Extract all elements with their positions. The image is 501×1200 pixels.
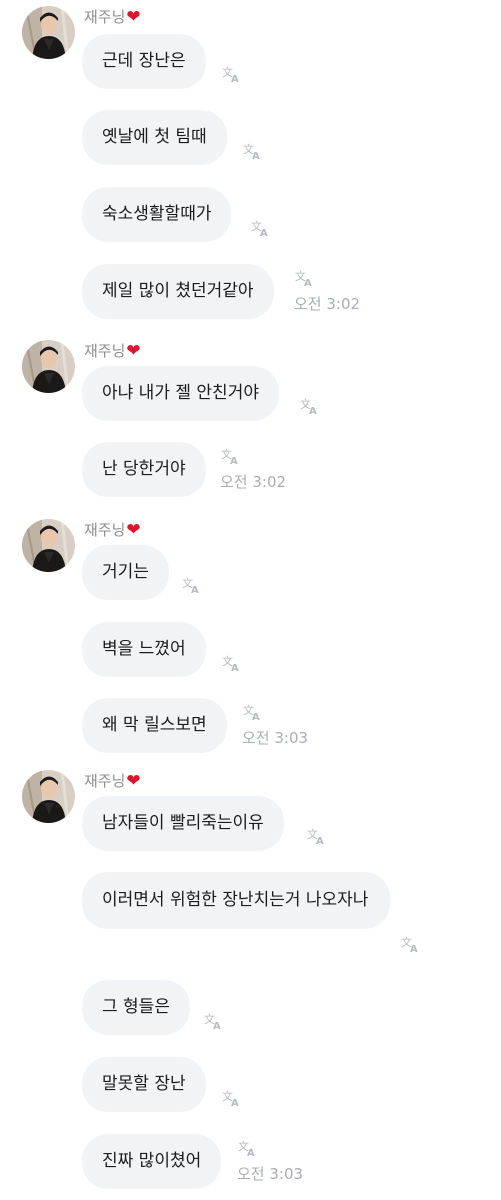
translate-icon[interactable]: [221, 654, 241, 672]
message-bubble[interactable]: 남자들이 빨리죽는이유: [82, 796, 284, 851]
message-timestamp: 오전 3:03: [237, 1165, 304, 1183]
translate-icon[interactable]: [181, 576, 201, 594]
translate-icon[interactable]: [220, 447, 240, 465]
message-bubble[interactable]: 거기는: [82, 545, 169, 600]
sender-name-text: 재주닝: [84, 342, 126, 360]
message-bubble[interactable]: 옛날에 첫 팀때: [82, 110, 227, 165]
message-text: 진짜 많이쳤어: [102, 1151, 202, 1171]
message-bubble[interactable]: 왜 막 릴스보면: [82, 698, 227, 753]
message-bubble[interactable]: 말못할 장난: [82, 1057, 206, 1112]
sender-name: 재주닝❤: [84, 519, 141, 541]
message-timestamp: 오전 3:02: [220, 473, 287, 491]
translate-icon[interactable]: [242, 703, 262, 721]
message-bubble[interactable]: 제일 많이 쳤던거같아: [82, 264, 274, 319]
heart-emoji: ❤: [126, 520, 141, 540]
message-bubble[interactable]: 진짜 많이쳤어: [82, 1134, 222, 1189]
sender-name-text: 재주닝: [84, 521, 126, 539]
translate-icon[interactable]: [242, 142, 262, 160]
message-text: 남자들이 빨리죽는이유: [102, 813, 264, 833]
translate-icon[interactable]: [221, 65, 241, 83]
profile-photo: [22, 770, 75, 823]
translate-icon[interactable]: [221, 1089, 241, 1107]
translate-icon[interactable]: [299, 397, 319, 415]
translate-icon[interactable]: [306, 827, 326, 845]
message-text: 벽을 느꼈어: [102, 639, 186, 659]
profile-photo: [22, 6, 75, 59]
message-text: 옛날에 첫 팀때: [102, 127, 207, 147]
message-text: 이러면서 위험한 장난치는거 나오자나: [102, 890, 369, 910]
sender-name: 재주닝❤: [84, 770, 141, 792]
message-bubble[interactable]: 이러면서 위험한 장난치는거 나오자나: [82, 872, 390, 929]
profile-photo: [22, 340, 75, 393]
translate-icon[interactable]: [294, 269, 314, 287]
avatar[interactable]: [22, 6, 75, 59]
message-text: 아냐 내가 젤 안친거야: [102, 383, 259, 403]
translate-icon[interactable]: [237, 1139, 257, 1157]
avatar[interactable]: [22, 519, 75, 572]
message-bubble[interactable]: 근데 장난은: [82, 34, 206, 89]
sender-name-text: 재주닝: [84, 772, 126, 790]
message-timestamp: 오전 3:02: [294, 295, 361, 313]
message-bubble[interactable]: 숙소생활할때가: [82, 187, 232, 242]
sender-name-text: 재주닝: [84, 8, 126, 26]
message-bubble[interactable]: 벽을 느꼈어: [82, 622, 206, 677]
translate-icon[interactable]: [400, 935, 420, 953]
sender-name: 재주닝❤: [84, 6, 141, 28]
message-text: 거기는: [102, 562, 149, 582]
message-text: 난 당한거야: [102, 459, 186, 479]
sender-name: 재주닝❤: [84, 340, 141, 362]
heart-emoji: ❤: [126, 341, 141, 361]
message-text: 왜 막 릴스보면: [102, 715, 207, 735]
heart-emoji: ❤: [126, 771, 141, 791]
message-text: 그 형들은: [102, 997, 170, 1017]
heart-emoji: ❤: [126, 7, 141, 27]
avatar[interactable]: [22, 340, 75, 393]
message-text: 근데 장난은: [102, 51, 186, 71]
message-timestamp: 오전 3:03: [242, 729, 309, 747]
avatar[interactable]: [22, 770, 75, 823]
message-bubble[interactable]: 그 형들은: [82, 980, 190, 1035]
translate-icon[interactable]: [203, 1012, 223, 1030]
message-bubble[interactable]: 난 당한거야: [82, 442, 206, 497]
message-bubble[interactable]: 아냐 내가 젤 안친거야: [82, 366, 279, 421]
profile-photo: [22, 519, 75, 572]
translate-icon[interactable]: [250, 219, 270, 237]
message-text: 말못할 장난: [102, 1074, 186, 1094]
message-text: 숙소생활할때가: [102, 204, 212, 224]
message-text: 제일 많이 쳤던거같아: [102, 281, 254, 301]
